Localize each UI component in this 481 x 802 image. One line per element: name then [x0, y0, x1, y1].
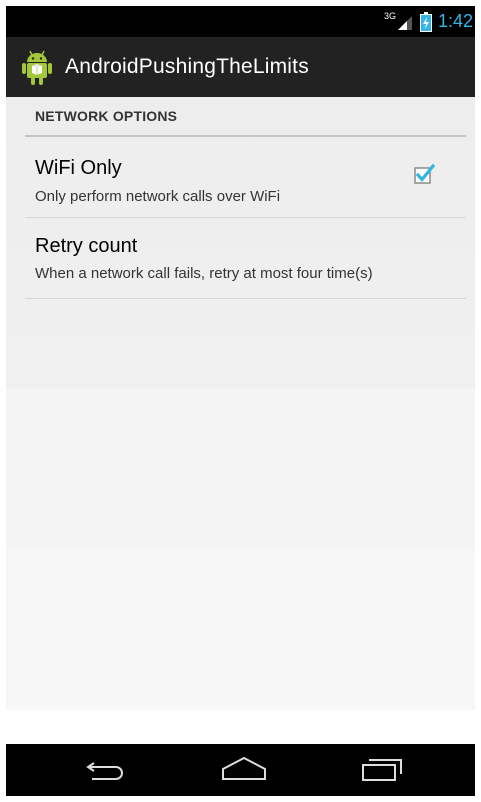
back-icon	[84, 758, 128, 785]
navigation-bar	[6, 744, 475, 796]
preference-retry-count[interactable]: Retry count When a network call fails, r…	[25, 218, 466, 299]
recent-apps-icon	[359, 756, 405, 787]
recent-apps-button[interactable]	[352, 754, 412, 788]
section-header-network-options: NETWORK OPTIONS	[25, 97, 466, 137]
android-robot-icon[interactable]	[21, 48, 53, 86]
status-clock: 1:42	[437, 11, 473, 31]
home-button[interactable]	[214, 754, 274, 788]
status-bar: 3G 1:42	[6, 6, 475, 37]
signal-strength-icon	[396, 13, 414, 31]
preference-title: WiFi Only	[35, 157, 122, 179]
back-button[interactable]	[76, 754, 136, 788]
preferences-list: NETWORK OPTIONS WiFi Only Only perform n…	[6, 97, 475, 710]
home-icon	[220, 756, 268, 787]
wifi-only-checkbox[interactable]	[413, 163, 436, 185]
preference-title: Retry count	[35, 235, 138, 257]
battery-charging-icon	[419, 11, 432, 32]
network-type-label: 3G	[383, 10, 396, 21]
preference-summary: When a network call fails, retry at most…	[35, 265, 373, 282]
action-bar: AndroidPushingTheLimits	[6, 37, 475, 97]
preference-summary: Only perform network calls over WiFi	[35, 188, 281, 205]
content-bottom-area	[6, 710, 475, 744]
section-header-label: NETWORK OPTIONS	[35, 108, 178, 124]
app-title: AndroidPushingTheLimits	[65, 55, 309, 78]
screenshot-frame: 3G 1:42 AndroidPushingTheLimits NETWORK …	[0, 0, 481, 802]
status-indicators: 3G 1:42	[384, 6, 475, 37]
preference-wifi-only[interactable]: WiFi Only Only perform network calls ove…	[25, 137, 466, 218]
device-screen: 3G 1:42 AndroidPushingTheLimits NETWORK …	[6, 6, 475, 796]
